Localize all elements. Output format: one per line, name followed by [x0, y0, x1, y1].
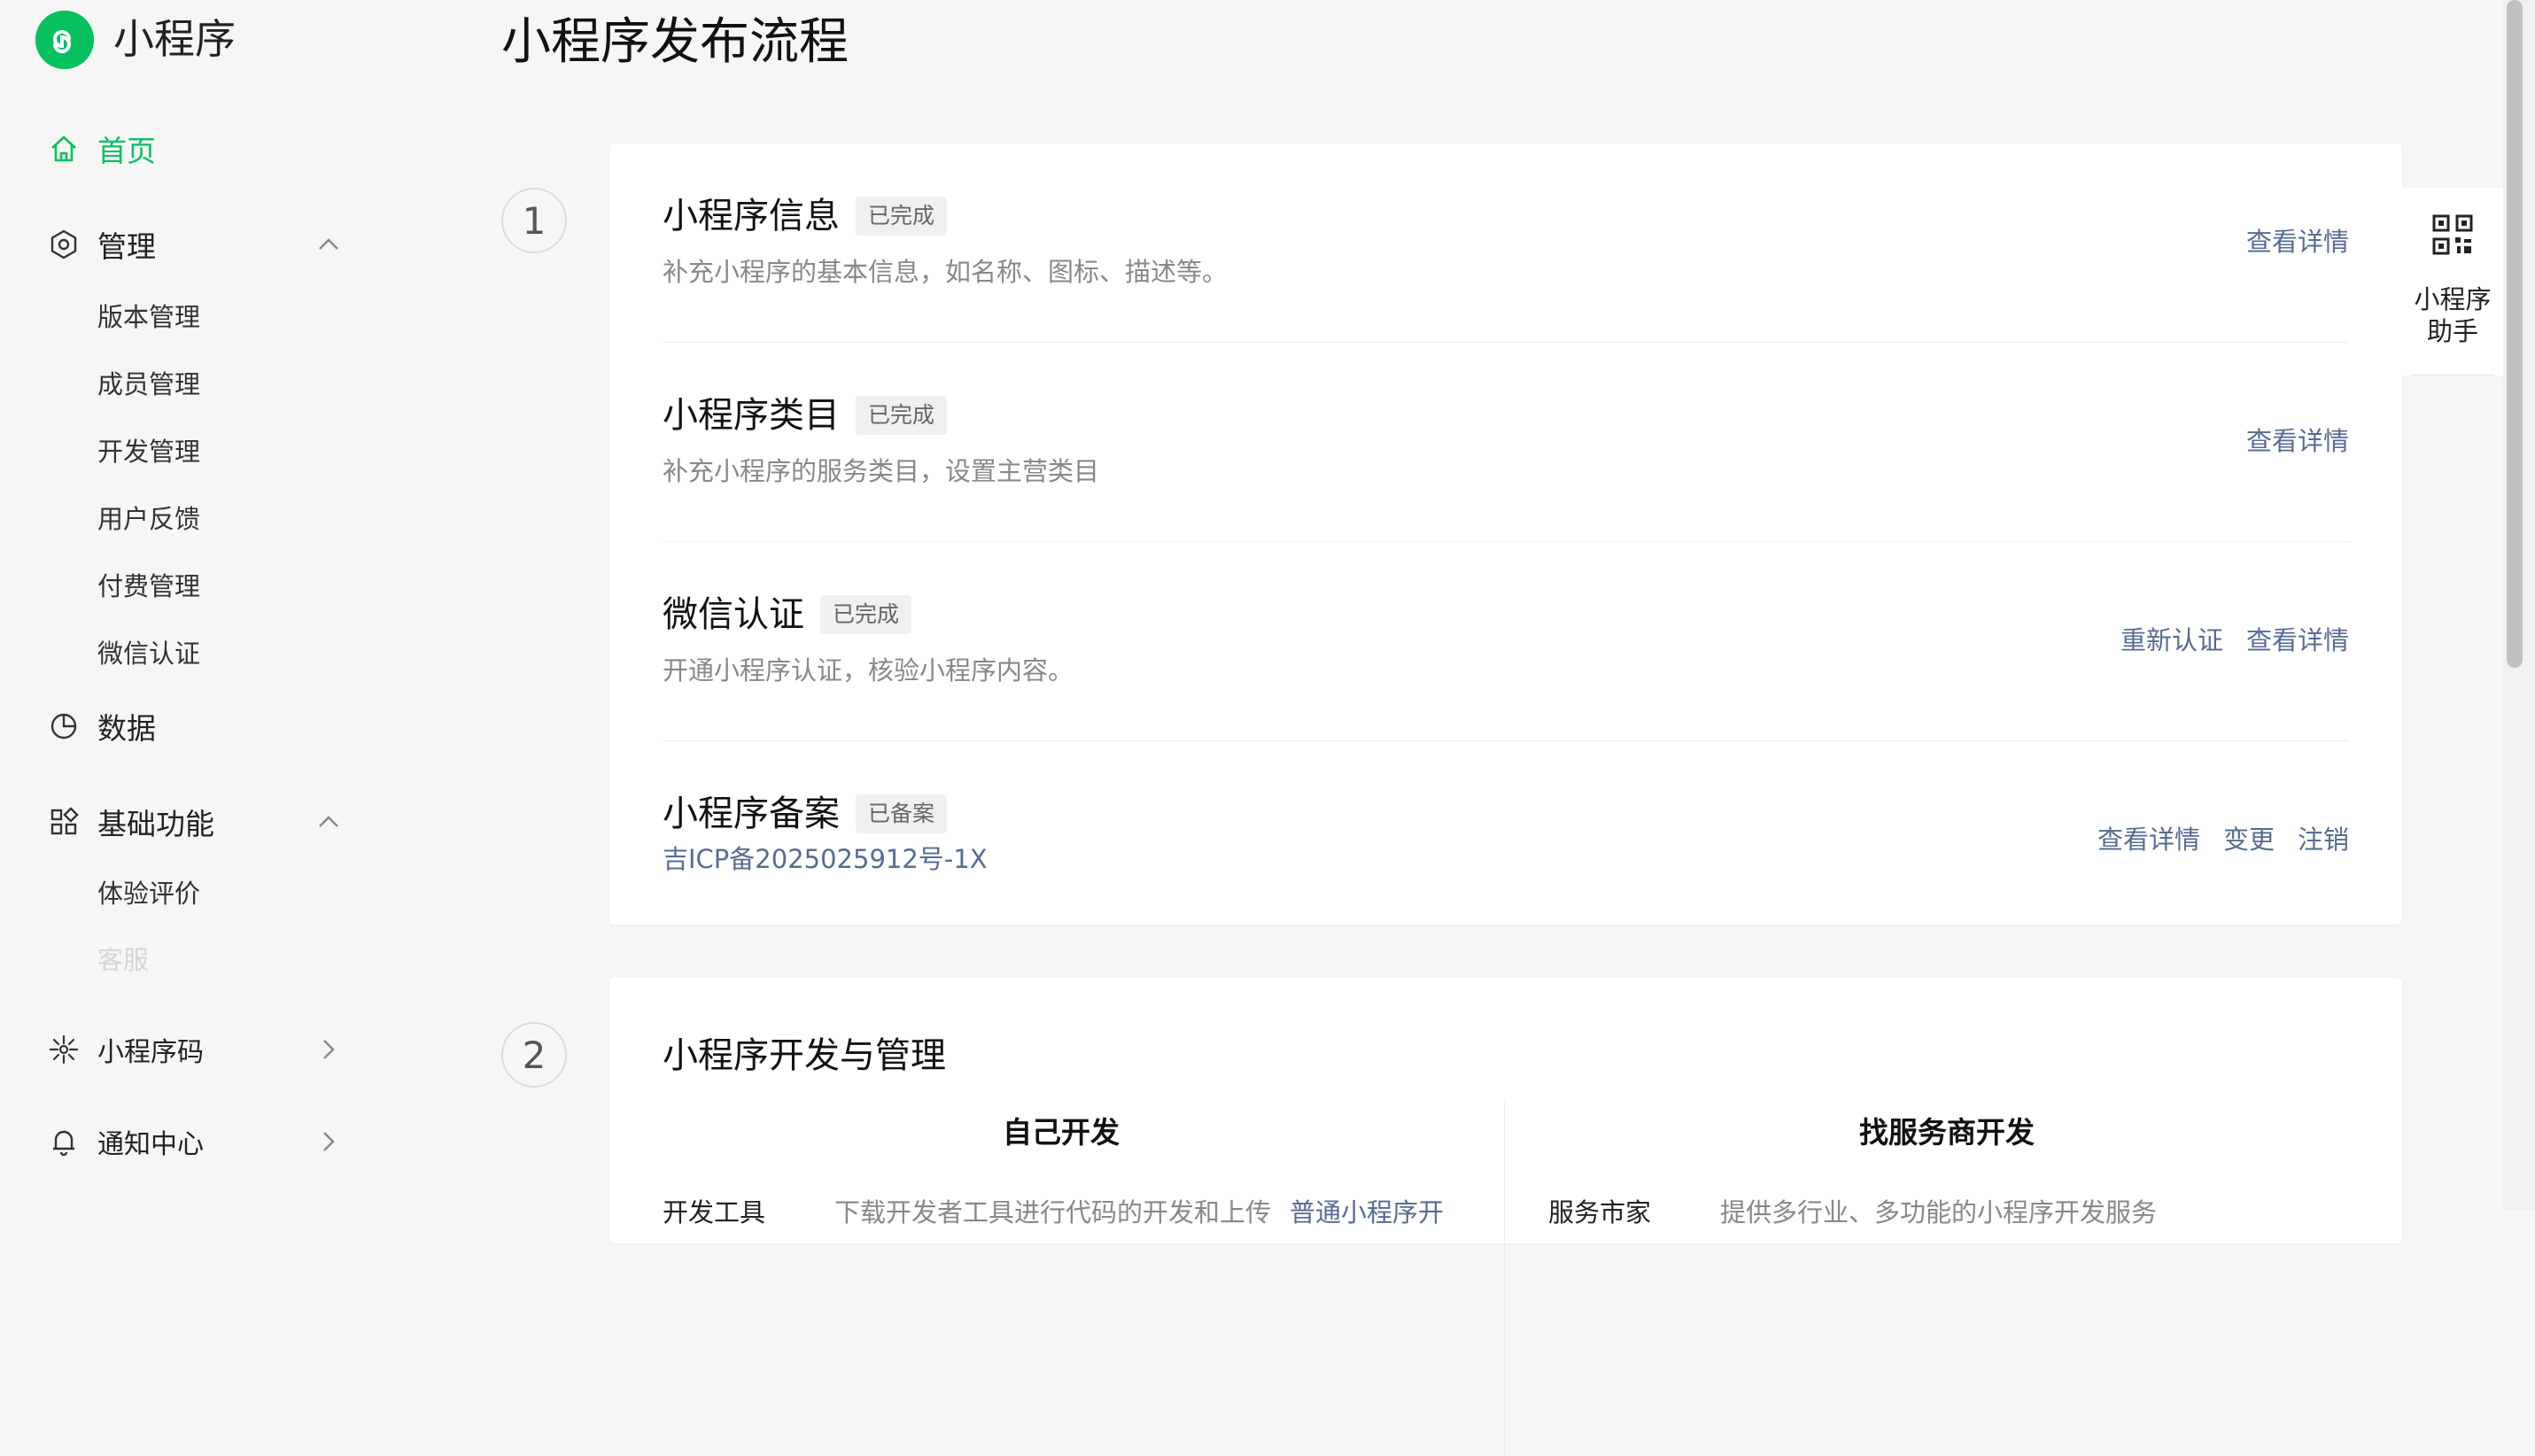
row-title-wrap: 微信认证 已完成: [663, 590, 912, 639]
sidebar-item-label: 管理: [97, 229, 156, 264]
row-actions: 查看详情: [2246, 221, 2349, 259]
dev-tool-description: 下载开发者工具进行代码的开发和上传: [834, 1197, 1272, 1228]
view-details-link[interactable]: 查看详情: [2246, 620, 2349, 657]
sidebar-item-label: 基础功能: [97, 807, 214, 841]
sidebar-item-label: 小程序码: [97, 1037, 204, 1068]
chevron-right-icon[interactable]: [315, 1128, 342, 1155]
sidebar-item-label: 首页: [97, 134, 156, 168]
status-badge: 已完成: [856, 396, 948, 435]
row-description: 补充小程序的服务类目，设置主营类目: [663, 456, 1100, 486]
sidebar-subitem-development[interactable]: 开发管理: [97, 434, 200, 469]
dev-tool-link[interactable]: 普通小程序开: [1290, 1192, 1444, 1229]
home-icon: [51, 136, 76, 162]
list-item: 小程序类目 已完成 补充小程序的服务类目，设置主营类目 查看详情: [663, 343, 2349, 541]
sidebar-item-label: 数据: [97, 711, 156, 746]
status-badge: 已备案: [856, 794, 948, 833]
row-actions: 查看详情 变更 注销: [2097, 819, 2349, 856]
sidebar-item-basic-features[interactable]: 基础功能: [48, 795, 214, 848]
step-number: 1: [501, 188, 567, 253]
assistant-label-line: 助手: [2426, 316, 2478, 346]
grid-apps-icon: [50, 807, 79, 835]
status-badge: 已完成: [820, 595, 912, 634]
service-market-description: 提供多行业、多功能的小程序开发服务: [1720, 1197, 2158, 1228]
page-title: 小程序发布流程: [501, 13, 849, 71]
row-title: 微信认证: [663, 594, 804, 635]
column-title-service-provider: 找服务商开发: [1859, 1115, 2035, 1150]
divider: [2411, 375, 2494, 376]
sparkle-icon: [49, 1034, 79, 1065]
column-divider: [1504, 1102, 1505, 1456]
miniprogram-logo-icon: [35, 11, 94, 69]
chevron-up-icon[interactable]: [315, 231, 342, 258]
status-badge: 已完成: [856, 197, 948, 236]
sidebar-subitem-wechat-verify[interactable]: 微信认证: [97, 636, 200, 671]
row-actions: 重新认证 查看详情: [2120, 620, 2349, 657]
sidebar-item-manage[interactable]: 管理: [48, 218, 156, 271]
dev-tool-label: 开发工具: [663, 1197, 766, 1228]
card-title: 小程序开发与管理: [663, 1035, 946, 1076]
qr-code-icon: [2432, 214, 2473, 255]
row-title-wrap: 小程序类目 已完成: [663, 391, 948, 440]
view-details-link[interactable]: 查看详情: [2246, 221, 2349, 259]
view-details-link[interactable]: 查看详情: [2246, 421, 2349, 458]
row-title: 小程序类目: [663, 395, 840, 436]
scrollbar-thumb[interactable]: [2507, 0, 2523, 668]
miniprogram-assistant-button[interactable]: 小程序 助手: [2402, 188, 2503, 376]
column-title-self-develop: 自己开发: [1003, 1115, 1120, 1150]
hexagon-settings-icon: [50, 229, 77, 259]
view-details-link[interactable]: 查看详情: [2097, 819, 2200, 856]
row-title-wrap: 小程序信息 已完成: [663, 191, 948, 241]
list-item: 小程序备案 已备案 吉ICP备2025025912号-1X 查看详情 变更 注销: [663, 741, 2349, 940]
cancel-filing-link[interactable]: 注销: [2298, 819, 2349, 856]
chevron-up-icon[interactable]: [315, 809, 342, 835]
row-description: 开通小程序认证，核验小程序内容。: [663, 655, 1074, 685]
step-number: 2: [501, 1022, 567, 1088]
list-item: 小程序信息 已完成 补充小程序的基本信息，如名称、图标、描述等。 查看详情: [663, 143, 2349, 342]
list-item: 微信认证 已完成 开通小程序认证，核验小程序内容。 重新认证 查看详情: [663, 542, 2349, 740]
sidebar-subitem-customer-service[interactable]: 客服: [97, 942, 149, 978]
row-actions: 查看详情: [2246, 421, 2349, 458]
icp-filing-number-link[interactable]: 吉ICP备2025025912号-1X: [663, 840, 988, 878]
bell-icon: [53, 1130, 74, 1157]
change-link[interactable]: 变更: [2223, 819, 2275, 856]
sidebar-item-miniprogram-code[interactable]: 小程序码: [48, 1023, 204, 1076]
service-market-label: 服务市家: [1548, 1197, 1652, 1228]
reverify-link[interactable]: 重新认证: [2120, 620, 2223, 657]
assistant-label-line: 小程序: [2414, 284, 2492, 314]
assistant-label: 小程序 助手: [2402, 283, 2503, 347]
app-name: 小程序: [113, 15, 236, 63]
sidebar-item-home[interactable]: 首页: [48, 122, 156, 175]
sidebar-subitem-payment[interactable]: 付费管理: [97, 569, 200, 604]
row-title: 小程序信息: [663, 196, 840, 236]
chevron-right-icon[interactable]: [315, 1036, 342, 1063]
sidebar-subitem-version[interactable]: 版本管理: [97, 299, 200, 335]
sidebar-subitem-members[interactable]: 成员管理: [97, 367, 200, 402]
sidebar-item-label: 通知中心: [97, 1129, 204, 1160]
sidebar-subitem-experience-rating[interactable]: 体验评价: [97, 876, 200, 911]
row-description: 补充小程序的基本信息，如名称、图标、描述等。: [663, 257, 1229, 287]
row-title: 小程序备案: [663, 794, 840, 834]
sidebar-item-notification-center[interactable]: 通知中心: [48, 1115, 204, 1168]
step-card-publish-info: 小程序信息 已完成 补充小程序的基本信息，如名称、图标、描述等。 查看详情 小程…: [609, 143, 2402, 925]
row-title-wrap: 小程序备案 已备案: [663, 789, 948, 839]
pie-chart-icon: [50, 713, 77, 740]
sidebar-subitem-feedback[interactable]: 用户反馈: [97, 501, 200, 537]
sidebar-item-data[interactable]: 数据: [48, 700, 156, 753]
